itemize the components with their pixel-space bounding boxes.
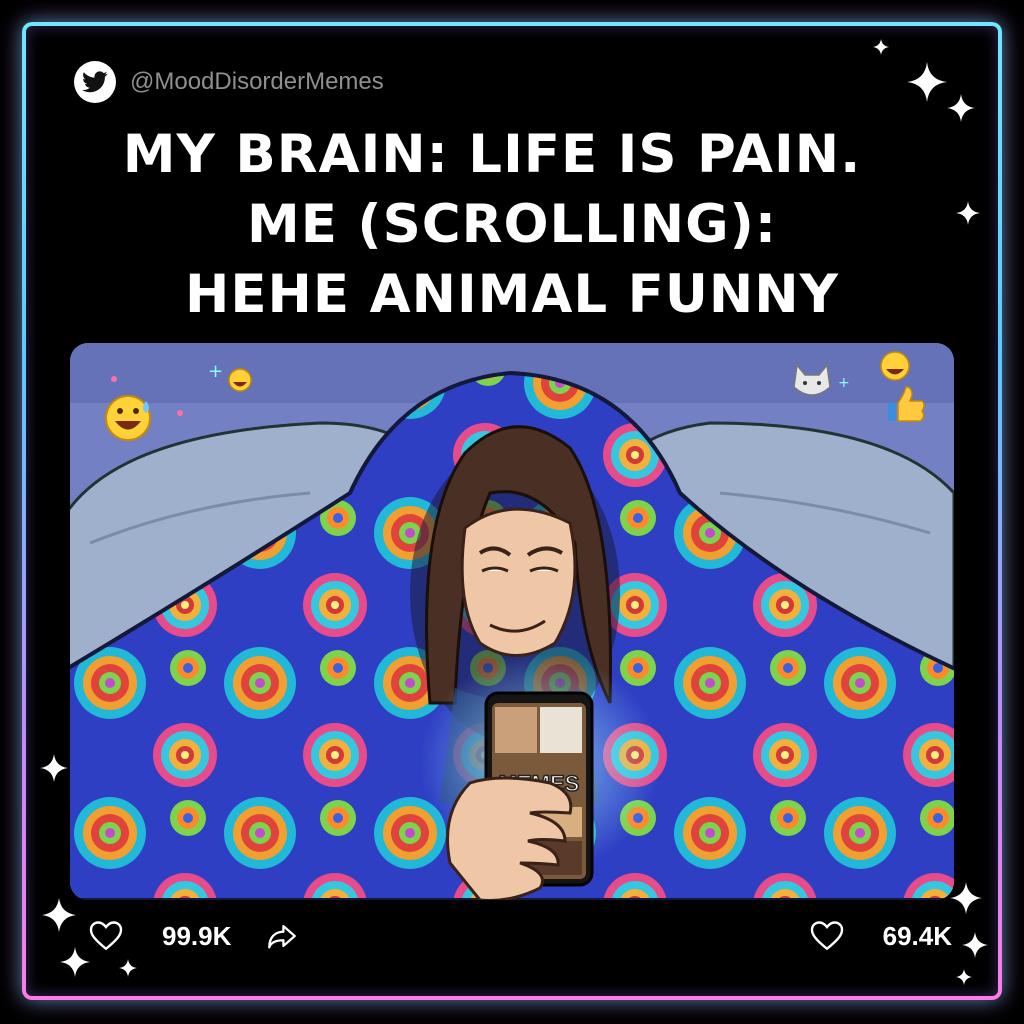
like-count: 69.4K [882, 920, 952, 951]
grinning-sweat-emoji [105, 395, 151, 441]
sparkle-icon [119, 959, 137, 977]
caption-line: HEHE ANIMAL FUNNY [185, 264, 839, 325]
share-arrow-icon[interactable] [265, 919, 299, 953]
meme-caption: MY BRAIN: LIFE IS PAIN. ME (SCROLLING): … [0, 120, 1024, 330]
sparkle-icon [962, 932, 988, 958]
engagement-bar-right: 69.4K [809, 918, 952, 954]
meme-illustration: MEMES + + [70, 343, 954, 900]
caption-line: MY BRAIN: LIFE IS PAIN. [122, 124, 862, 185]
bird-icon[interactable] [74, 61, 116, 103]
caption-line: ME (SCROLLING): [246, 194, 778, 255]
sparkle-icon [60, 947, 90, 977]
svg-text:+: + [208, 361, 223, 382]
account-handle[interactable]: @MoodDisorderMemes [130, 68, 384, 96]
sparkle-icon [907, 62, 947, 102]
laughing-emoji [880, 351, 910, 381]
sparkle-icon [40, 754, 68, 782]
heart-icon[interactable] [809, 918, 845, 954]
heart-icon[interactable] [88, 918, 124, 954]
like-count: 99.9K [162, 920, 232, 951]
post-header: @MoodDisorderMemes [74, 60, 384, 104]
sparkle-icon [873, 39, 889, 55]
svg-text:+: + [838, 375, 850, 391]
sparkle-icon [42, 898, 76, 932]
engagement-bar-left: 99.9K [88, 918, 299, 954]
face [460, 507, 577, 657]
grinning-emoji [228, 368, 252, 392]
sparkle-icon [956, 969, 972, 985]
